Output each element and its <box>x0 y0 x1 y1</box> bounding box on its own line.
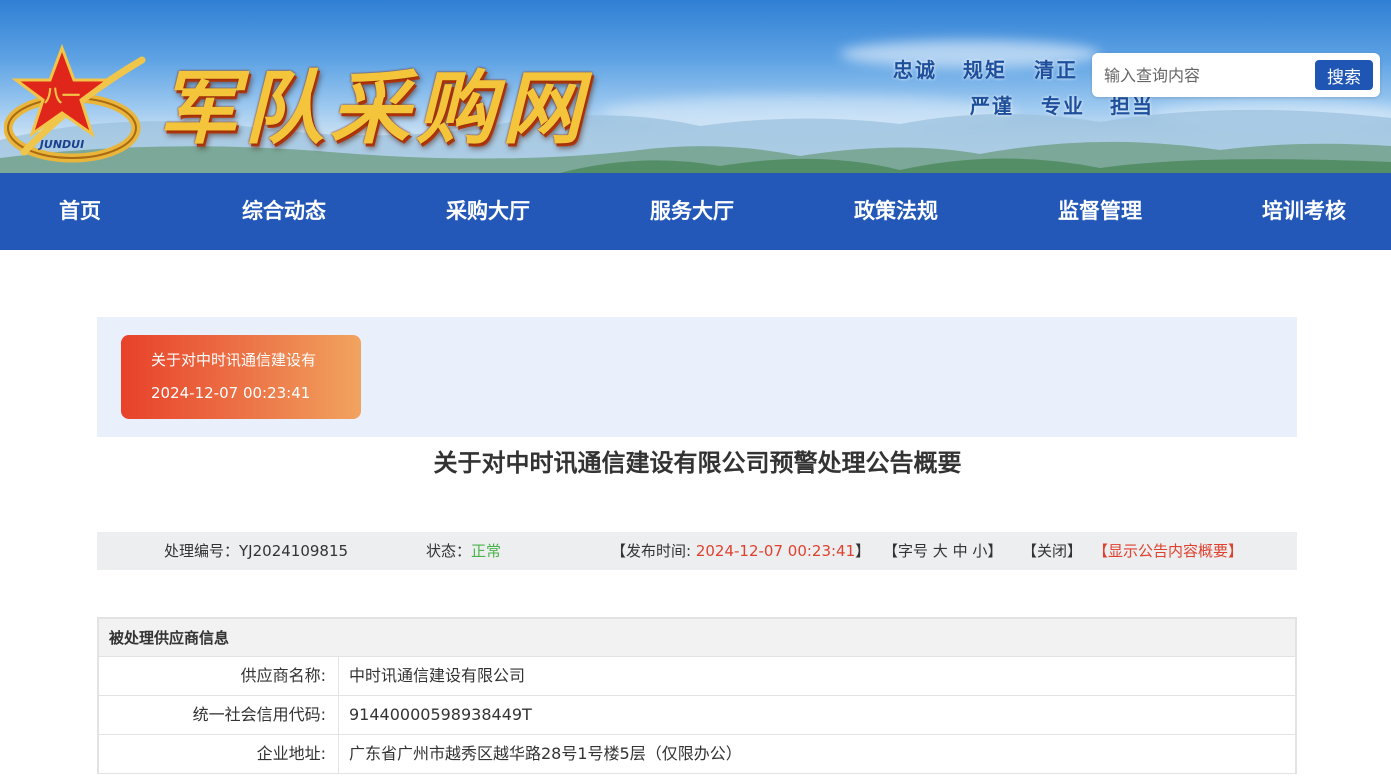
nav-item-service-hall[interactable]: 服务大厅 <box>650 173 734 250</box>
search-input[interactable] <box>1098 60 1312 90</box>
processing-number: 处理编号：YJ2024109815 <box>164 532 348 570</box>
search-box: 搜索 <box>1092 53 1380 97</box>
site-banner: 八一 JUNDUI 军队采购网 忠诚 规矩 清正 严谨 专业 担当 搜索 <box>0 0 1391 173</box>
status-value: 正常 <box>471 542 502 560</box>
processing-number-value: YJ2024109815 <box>239 542 349 560</box>
font-size-label: 【字号 <box>883 542 929 560</box>
site-title: 军队采购网 <box>158 61 588 155</box>
font-size-suffix: 】 <box>987 542 1003 560</box>
table-row: 供应商名称: 中时讯通信建设有限公司 <box>99 657 1295 696</box>
table-row: 统一社会信用代码: 91440000598938449T <box>99 696 1295 735</box>
notice-card[interactable]: 关于对中时讯通信建设有 2024-12-07 00:23:41 <box>121 335 361 419</box>
status: 状态：正常 <box>426 532 501 570</box>
supplier-info-table: 被处理供应商信息 供应商名称: 中时讯通信建设有限公司 统一社会信用代码: 91… <box>97 617 1297 774</box>
notice-panel: 关于对中时讯通信建设有 2024-12-07 00:23:41 <box>97 317 1297 437</box>
supplier-info-heading: 被处理供应商信息 <box>99 619 1295 657</box>
motto-rules: 规矩 <box>963 58 1007 82</box>
font-size-controls: 【字号 大 中 小】 <box>883 532 1002 570</box>
nav-item-home[interactable]: 首页 <box>59 173 101 250</box>
table-row: 企业地址: 广东省广州市越秀区越华路28号1号楼5层（仅限办公） <box>99 735 1295 774</box>
article-meta-bar: 处理编号：YJ2024109815 状态：正常 【发布时间: 2024-12-0… <box>97 532 1297 570</box>
nav-item-procurement-hall[interactable]: 采购大厅 <box>446 173 530 250</box>
processing-number-label: 处理编号： <box>164 542 240 560</box>
close-link[interactable]: 【关闭】 <box>1022 532 1082 570</box>
motto-rigor: 严谨 <box>970 94 1014 118</box>
motto-loyalty: 忠诚 <box>893 58 937 82</box>
search-button[interactable]: 搜索 <box>1315 60 1373 90</box>
publish-time-label: 【发布时间: <box>611 542 696 560</box>
address-value: 广东省广州市越秀区越华路28号1号楼5层（仅限办公） <box>349 744 742 763</box>
notice-card-datetime: 2024-12-07 00:23:41 <box>151 384 311 402</box>
credit-code-value: 91440000598938449T <box>349 705 532 724</box>
supplier-name-label: 供应商名称: <box>99 657 339 695</box>
status-label: 状态： <box>426 542 472 560</box>
font-size-small-button[interactable]: 小 <box>972 542 987 560</box>
nav-item-news[interactable]: 综合动态 <box>242 173 326 250</box>
font-size-medium-button[interactable]: 中 <box>953 542 968 560</box>
credit-code-label: 统一社会信用代码: <box>99 696 339 734</box>
publish-time-suffix: 】 <box>855 542 871 560</box>
address-label: 企业地址: <box>99 735 339 773</box>
logo-text: JUNDUI <box>38 138 84 151</box>
main-nav: 首页 综合动态 采购大厅 服务大厅 政策法规 监督管理 培训考核 <box>0 173 1391 250</box>
motto-integrity: 清正 <box>1034 58 1078 82</box>
supplier-name-value: 中时讯通信建设有限公司 <box>349 666 526 685</box>
publish-time: 【发布时间: 2024-12-07 00:23:41】 <box>611 532 870 570</box>
jundui-logo: 八一 JUNDUI <box>3 40 154 166</box>
publish-time-value: 2024-12-07 00:23:41 <box>695 542 856 560</box>
notice-card-title: 关于对中时讯通信建设有 <box>151 351 317 369</box>
svg-text:八一: 八一 <box>44 86 80 107</box>
font-size-large-button[interactable]: 大 <box>933 542 948 560</box>
motto-professional: 专业 <box>1041 94 1085 118</box>
nav-item-policies[interactable]: 政策法规 <box>854 173 938 250</box>
nav-item-training[interactable]: 培训考核 <box>1262 173 1346 250</box>
show-summary-link[interactable]: 【显示公告内容概要】 <box>1093 532 1243 570</box>
page-title: 关于对中时讯通信建设有限公司预警处理公告概要 <box>433 449 962 477</box>
nav-item-supervision[interactable]: 监督管理 <box>1058 173 1142 250</box>
